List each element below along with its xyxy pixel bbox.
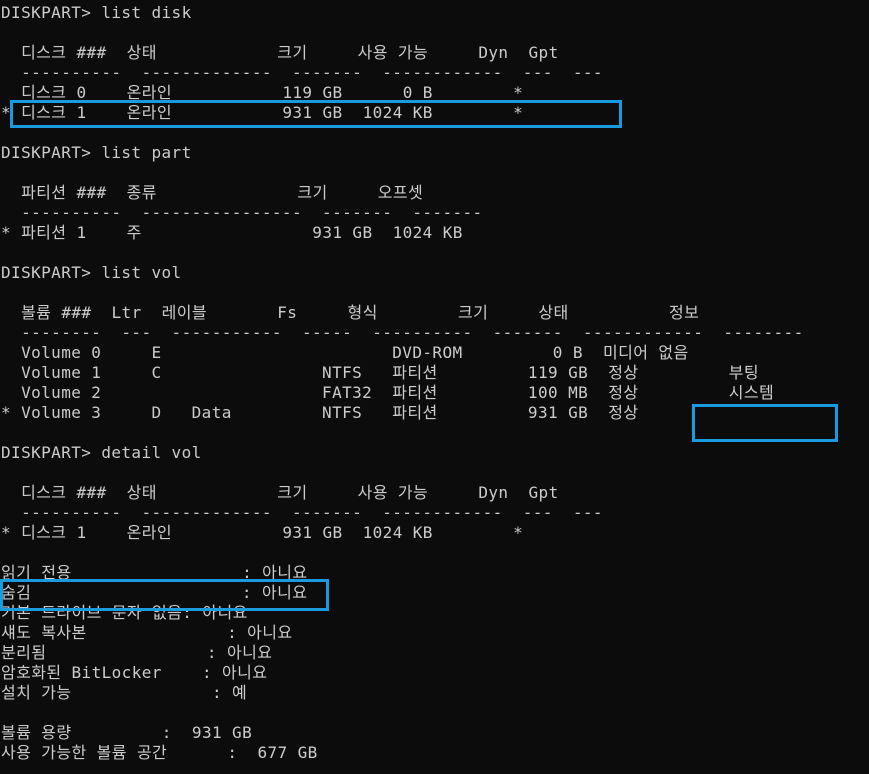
console-line: 디스크 0 온라인 119 GB 0 B * bbox=[1, 83, 524, 102]
console-line: * 디스크 1 온라인 931 GB 1024 KB * bbox=[1, 103, 524, 122]
console-line: DISKPART> list disk bbox=[1, 3, 192, 22]
console-line: 암호화된 BitLocker : 아니요 bbox=[1, 663, 268, 682]
console-line: Volume 0 E DVD-ROM 0 B 미디어 없음 bbox=[1, 343, 689, 362]
console-line: 볼륨 ### Ltr 레이블 Fs 형식 크기 상태 정보 bbox=[1, 303, 700, 322]
console-line: ---------- ------------- ------- -------… bbox=[1, 63, 603, 82]
console-line: 디스크 ### 상태 크기 사용 가능 Dyn Gpt bbox=[1, 483, 559, 502]
console-line: 숨김 : 아니요 bbox=[1, 583, 308, 602]
command-prompt-console[interactable]: DISKPART> list disk 디스크 ### 상태 크기 사용 가능 … bbox=[0, 0, 869, 774]
console-line: DISKPART> list part bbox=[1, 143, 192, 162]
console-line: Volume 2 FAT32 파티션 100 MB 정상 시스템 bbox=[1, 383, 775, 402]
console-line: * 디스크 1 온라인 931 GB 1024 KB * bbox=[1, 523, 524, 542]
console-line: 볼륨 용량 : 931 GB bbox=[1, 723, 253, 742]
console-line: DISKPART> detail vol bbox=[1, 443, 202, 462]
console-line: 읽기 전용 : 아니요 bbox=[1, 563, 308, 582]
console-line: ---------- ------------- ------- -------… bbox=[1, 503, 603, 522]
console-line: 사용 가능한 볼륨 공간 : 677 GB bbox=[1, 743, 318, 762]
console-line: DISKPART> list vol bbox=[1, 263, 182, 282]
console-line: -------- --- ----------- ----- ---------… bbox=[1, 323, 804, 342]
console-line: Volume 1 C NTFS 파티션 119 GB 정상 부팅 bbox=[1, 363, 759, 382]
console-line: * Volume 3 D Data NTFS 파티션 931 GB 정상 bbox=[1, 403, 639, 422]
console-line: 기본 드라이브 문자 없음: 아니요 bbox=[1, 603, 248, 622]
console-line: 분리됨 : 아니요 bbox=[1, 643, 273, 662]
console-line: * 파티션 1 주 931 GB 1024 KB bbox=[1, 223, 463, 242]
console-line: 파티션 ### 종류 크기 오프셋 bbox=[1, 183, 424, 202]
console-line: 설치 가능 : 예 bbox=[1, 683, 248, 702]
console-line: ---------- ---------------- ------- ----… bbox=[1, 203, 483, 222]
volume-3-info-highlight-box bbox=[692, 404, 838, 442]
console-line: 섀도 복사본 : 아니요 bbox=[1, 623, 293, 642]
console-line: 디스크 ### 상태 크기 사용 가능 Dyn Gpt bbox=[1, 43, 559, 62]
